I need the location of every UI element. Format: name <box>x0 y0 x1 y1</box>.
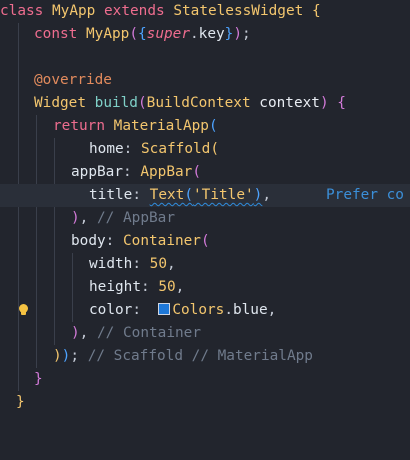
code-line-11[interactable]: body: Container( <box>0 230 410 253</box>
code-line-6[interactable]: return MaterialApp( <box>0 115 410 138</box>
lint-warning-span[interactable]: Text('Title') <box>150 187 263 203</box>
closing-label-comment: // Container <box>97 325 201 341</box>
code-line-1[interactable]: class MyApp extends StatelessWidget { <box>0 0 410 23</box>
super-keyword: super <box>146 26 190 42</box>
keyword: extends <box>104 3 165 19</box>
class-name: MaterialApp <box>113 118 209 134</box>
comma: , <box>267 302 277 318</box>
dot: . <box>224 302 233 318</box>
keyword: return <box>53 118 105 134</box>
paren: ) <box>233 26 243 42</box>
comma: , <box>262 187 271 203</box>
class-name: Container <box>123 233 201 249</box>
code-line-15[interactable]: ), // Container <box>0 322 410 345</box>
brace: { <box>311 3 321 19</box>
code-line-17[interactable]: } <box>0 368 410 391</box>
paren: ( <box>208 118 218 134</box>
number-literal: 50 <box>149 256 167 272</box>
property-name: body <box>71 233 106 249</box>
color-swatch[interactable] <box>158 303 171 315</box>
paren: ( <box>184 187 193 203</box>
paren: ( <box>200 233 210 249</box>
code-line-18[interactable]: } <box>0 391 410 414</box>
code-line-8[interactable]: appBar: AppBar( <box>0 161 410 184</box>
paren: ( <box>210 141 219 157</box>
class-name: Text <box>149 187 185 203</box>
comma: , <box>167 256 176 272</box>
property-name: title <box>89 187 133 203</box>
code-editor[interactable]: class MyApp extends StatelessWidget { co… <box>0 0 410 413</box>
keyword: class <box>0 3 44 19</box>
paren: ) <box>319 95 329 111</box>
semicolon: ; <box>242 26 251 42</box>
comma: , <box>79 210 89 226</box>
paren: ( <box>129 26 138 42</box>
code-line-4[interactable]: @override <box>0 69 410 92</box>
keyword: const <box>34 26 78 42</box>
closing-label-comment: // Scaffold // MaterialApp <box>87 348 313 364</box>
code-line-10[interactable]: ), // AppBar <box>0 207 410 230</box>
property-name: width <box>89 256 133 272</box>
number-literal: 50 <box>158 279 176 295</box>
lint-hint-text[interactable]: Prefer co <box>326 184 404 207</box>
colon: : <box>132 256 141 272</box>
class-name: MyApp <box>86 26 130 42</box>
brace: } <box>16 394 25 410</box>
class-name: Scaffold <box>141 141 211 157</box>
dot: . <box>190 26 199 42</box>
colon: : <box>105 233 115 249</box>
colon: : <box>122 164 132 180</box>
property-name: color <box>89 302 133 318</box>
closing-label-comment: // AppBar <box>97 210 175 226</box>
class-name: Colors <box>172 302 225 318</box>
code-line-3[interactable] <box>0 46 410 69</box>
comma: , <box>79 325 89 341</box>
paren: ( <box>137 95 147 111</box>
code-line-9[interactable]: title: Text('Title'), Prefer co <box>0 184 410 207</box>
string-literal: 'Title' <box>193 187 254 203</box>
property-name: appBar <box>71 164 123 180</box>
class-name: StatelessWidget <box>173 3 304 19</box>
type-name: BuildContext <box>146 95 251 111</box>
identifier: key <box>198 26 225 42</box>
colon: : <box>132 302 141 318</box>
paren: ) <box>71 210 80 226</box>
colon: : <box>132 187 141 203</box>
paren: ) <box>71 325 80 341</box>
annotation: @override <box>34 72 112 88</box>
brace: { <box>337 95 346 111</box>
colon: : <box>123 141 133 157</box>
code-line-14[interactable]: color: Colors.blue, <box>0 299 410 322</box>
function-name: build <box>94 95 138 111</box>
class-name: MyApp <box>52 3 96 19</box>
code-line-16[interactable]: )); // Scaffold // MaterialApp <box>0 345 410 368</box>
brace: } <box>34 371 43 387</box>
code-line-12[interactable]: width: 50, <box>0 253 410 276</box>
brace: { <box>138 26 147 42</box>
paren: ) <box>53 348 62 364</box>
class-name: Widget <box>34 95 86 111</box>
lightbulb-icon[interactable] <box>19 304 28 316</box>
semicolon: ; <box>70 348 80 364</box>
identifier: blue <box>232 302 268 318</box>
parameter: context <box>259 95 320 111</box>
paren: ( <box>192 164 201 180</box>
property-name: height <box>89 279 141 295</box>
code-line-2[interactable]: const MyApp({super.key}); <box>0 23 410 46</box>
code-line-13[interactable]: height: 50, <box>0 276 410 299</box>
comma: , <box>175 279 185 295</box>
property-name: home <box>89 141 124 157</box>
colon: : <box>140 279 150 295</box>
code-line-7[interactable]: home: Scaffold( <box>0 138 410 161</box>
class-name: AppBar <box>140 164 193 180</box>
code-line-5[interactable]: Widget build(BuildContext context) { <box>0 92 410 115</box>
